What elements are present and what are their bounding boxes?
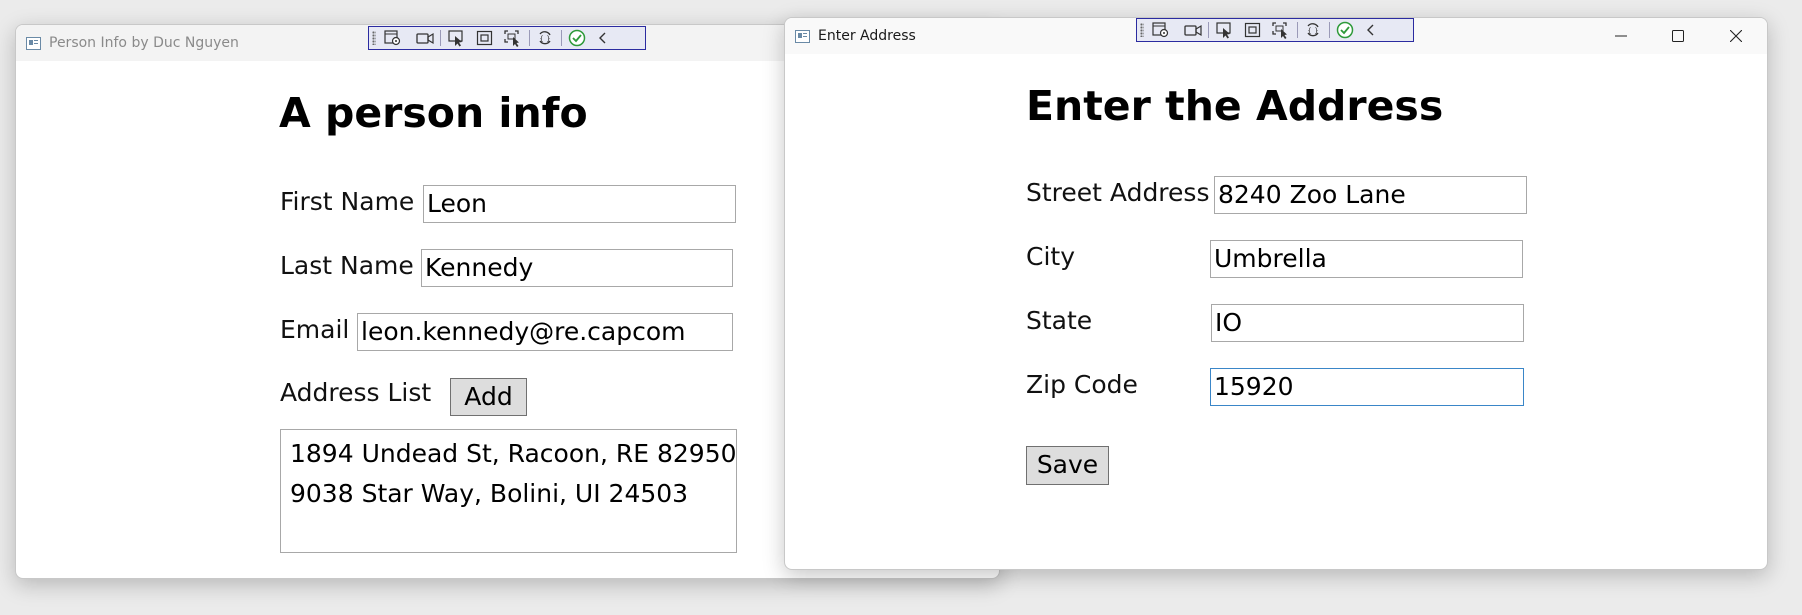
xaml-debug-toolbar: { } (368, 26, 646, 50)
binding-failures-check-icon[interactable] (1335, 21, 1355, 39)
window-title: Person Info by Duc Nguyen (49, 35, 239, 51)
display-layout-adorners-icon[interactable] (475, 29, 495, 47)
enter-address-window: Enter Address { } Enter the Address Stre… (784, 17, 1768, 570)
street-address-field[interactable]: 8240 Zoo Lane (1214, 176, 1527, 214)
hot-reload-icon[interactable]: { } (1303, 21, 1323, 39)
zip-code-field[interactable]: 15920 (1210, 368, 1524, 406)
list-item[interactable]: 9038 Star Way, Bolini, UI 24503 (290, 474, 727, 514)
hot-reload-icon[interactable]: { } (535, 29, 555, 47)
email-label: Email (280, 315, 350, 344)
email-field[interactable]: leon.kennedy@re.capcom (357, 313, 733, 351)
track-focus-icon[interactable] (1271, 21, 1291, 39)
minimize-button[interactable] (1598, 18, 1644, 54)
svg-text:{ }: { } (539, 35, 550, 43)
minimize-icon (1615, 35, 1627, 37)
track-focus-icon[interactable] (503, 29, 523, 47)
window-title: Enter Address (818, 28, 916, 44)
state-label: State (1026, 306, 1093, 335)
last-name-label: Last Name (280, 251, 414, 280)
first-name-field[interactable]: Leon (423, 185, 736, 223)
select-element-icon[interactable] (1151, 21, 1171, 39)
maximize-button[interactable] (1655, 18, 1701, 54)
app-window-icon (26, 37, 41, 50)
address-list-label: Address List (280, 378, 432, 407)
select-element-icon[interactable] (383, 29, 403, 47)
first-name-label: First Name (280, 187, 415, 216)
display-layout-adorners-icon[interactable] (1243, 21, 1263, 39)
city-label: City (1026, 242, 1075, 271)
app-window-icon (795, 30, 810, 43)
collapse-toolbar-icon[interactable] (1361, 21, 1381, 39)
zip-code-label: Zip Code (1026, 370, 1138, 399)
enter-address-titlebar[interactable]: Enter Address { } (785, 18, 1767, 54)
maximize-icon (1672, 30, 1684, 42)
enter-address-content: Enter the Address Street Address 8240 Zo… (785, 54, 1767, 569)
collapse-toolbar-icon[interactable] (593, 29, 613, 47)
page-title: Enter the Address (1026, 82, 1444, 130)
close-icon (1730, 30, 1742, 42)
toolbar-grip-icon[interactable] (1140, 23, 1144, 37)
close-button[interactable] (1713, 18, 1759, 54)
toolbar-grip-icon[interactable] (372, 31, 376, 45)
street-address-label: Street Address (1026, 178, 1210, 207)
binding-failures-check-icon[interactable] (567, 29, 587, 47)
select-element-pointer-icon[interactable] (447, 29, 467, 47)
last-name-field[interactable]: Kennedy (421, 249, 733, 287)
address-listbox[interactable]: 1894 Undead St, Racoon, RE 82950 9038 St… (280, 429, 737, 553)
svg-text:{ }: { } (1307, 27, 1318, 35)
add-address-button[interactable]: Add (450, 378, 527, 416)
save-button[interactable]: Save (1026, 446, 1109, 485)
city-field[interactable]: Umbrella (1210, 240, 1523, 278)
select-element-pointer-icon[interactable] (1215, 21, 1235, 39)
video-icon[interactable] (415, 29, 435, 47)
list-item[interactable]: 1894 Undead St, Racoon, RE 82950 (290, 434, 737, 474)
state-field[interactable]: IO (1211, 304, 1524, 342)
page-title: A person info (279, 89, 588, 137)
xaml-debug-toolbar: { } (1136, 18, 1414, 42)
video-icon[interactable] (1183, 21, 1203, 39)
